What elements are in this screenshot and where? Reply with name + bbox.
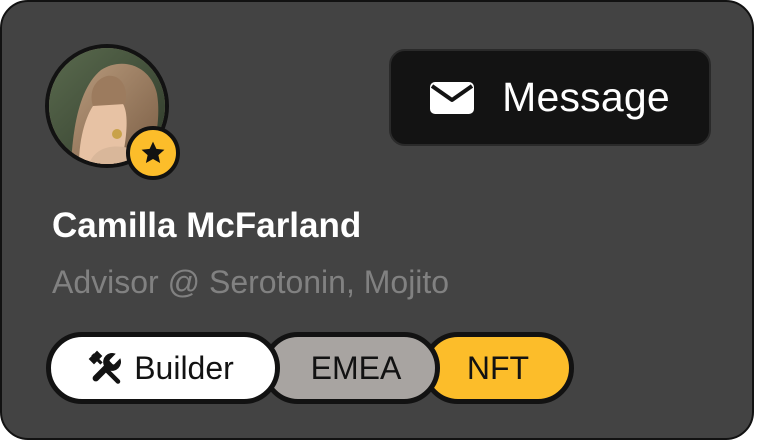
tools-icon: [88, 350, 122, 384]
tag-builder[interactable]: Builder: [46, 332, 280, 404]
tag-label: Builder: [134, 349, 234, 386]
star-badge: [126, 126, 180, 180]
tag-emea[interactable]: EMEA: [262, 332, 440, 404]
avatar-container: [45, 44, 180, 180]
message-button[interactable]: Message: [389, 49, 711, 146]
profile-card: Message Camilla McFarland Advisor @ Sero…: [0, 0, 754, 440]
tag-label: NFT: [466, 349, 530, 386]
message-button-label: Message: [502, 74, 670, 120]
star-icon: [141, 141, 165, 164]
profile-subtitle: Advisor @ Serotonin, Mojito: [52, 264, 450, 300]
tag-label: EMEA: [310, 349, 402, 386]
envelope-icon: [430, 81, 475, 114]
profile-name: Camilla McFarland: [52, 206, 362, 245]
tag-nft[interactable]: NFT: [422, 332, 574, 404]
